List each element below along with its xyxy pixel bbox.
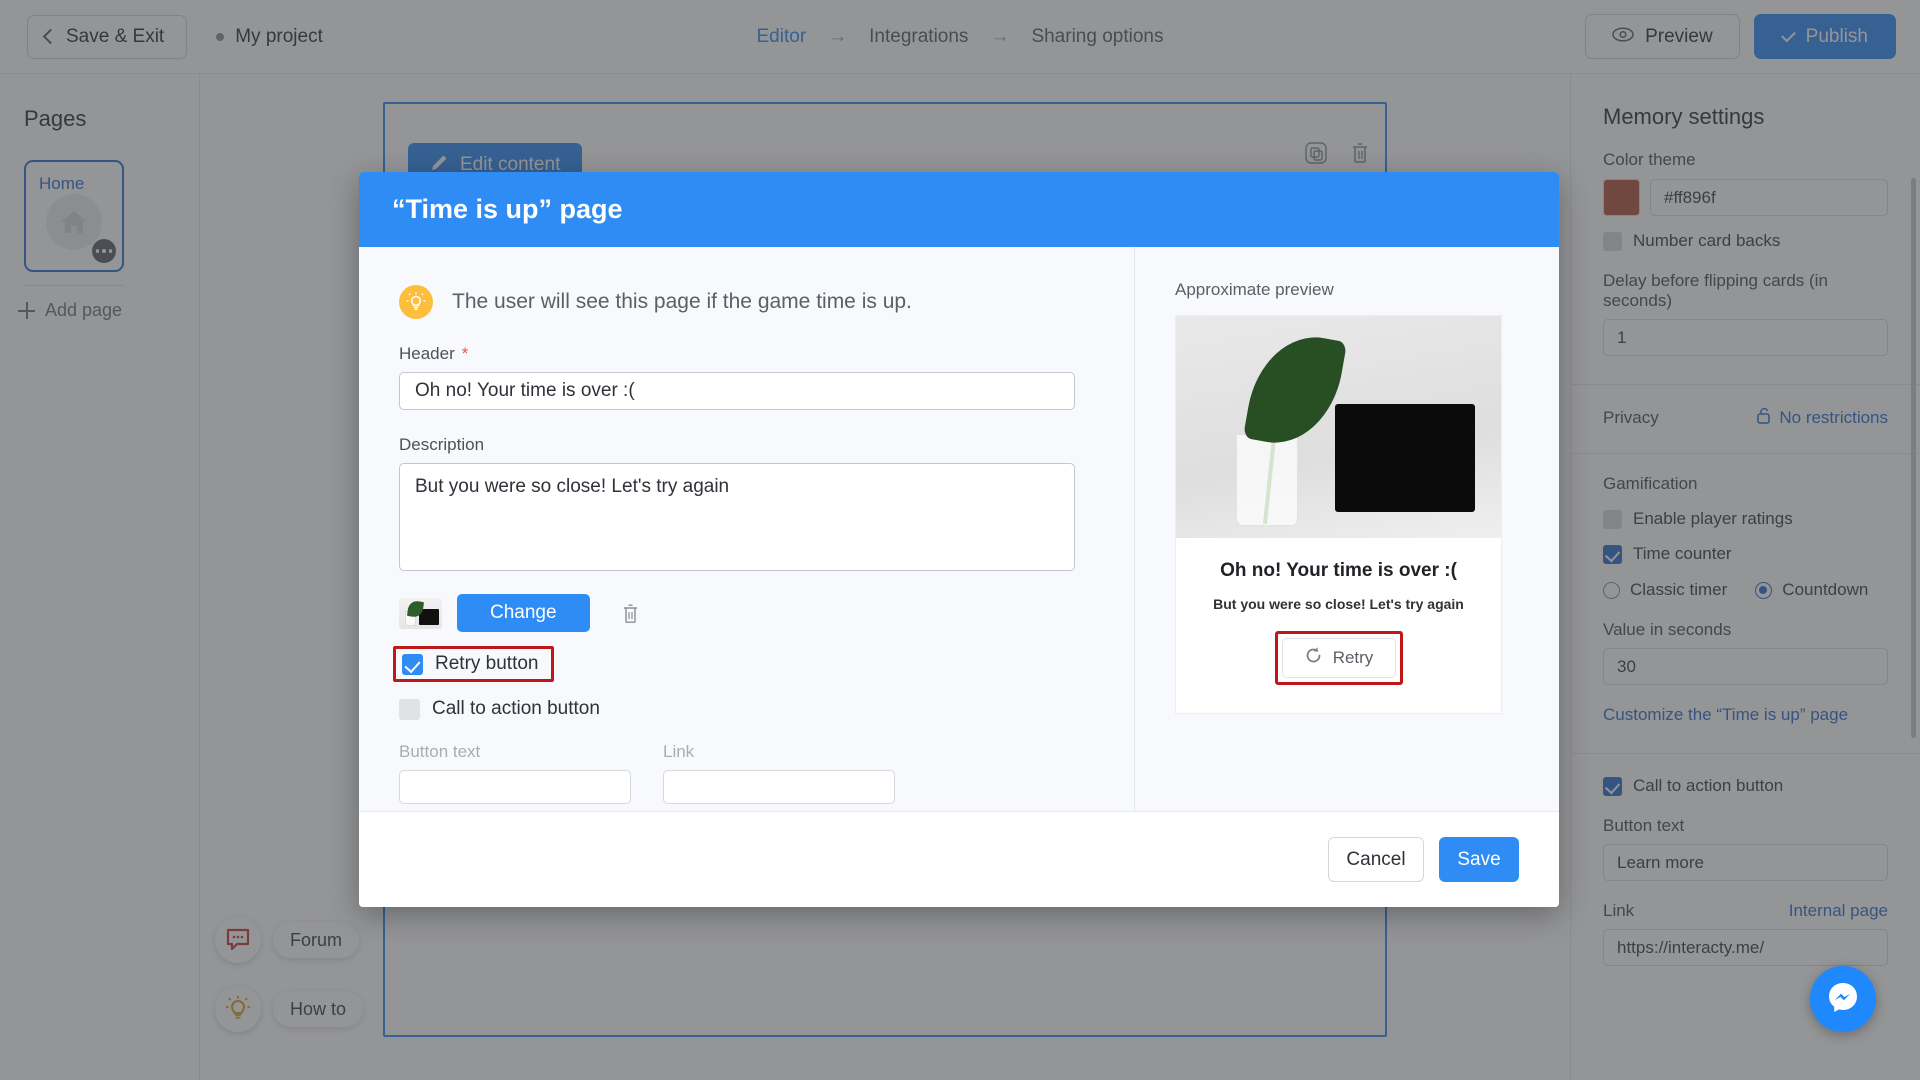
button-text-input[interactable] bbox=[399, 770, 631, 804]
hint-row: The user will see this page if the game … bbox=[399, 285, 1094, 319]
preview-retry-label: Retry bbox=[1332, 648, 1374, 667]
lightbulb-icon bbox=[399, 285, 433, 319]
retry-button-highlight: Retry button bbox=[393, 646, 554, 682]
delete-image-icon[interactable] bbox=[617, 599, 645, 627]
cta-fields-row: Button text Link bbox=[399, 742, 1094, 804]
save-button[interactable]: Save bbox=[1439, 837, 1519, 882]
messenger-chat-button[interactable] bbox=[1810, 966, 1876, 1032]
time-is-up-modal: “Time is up” page The user will see this… bbox=[359, 172, 1559, 907]
messenger-icon bbox=[1825, 979, 1861, 1020]
description-textarea[interactable]: But you were so close! Let's try again bbox=[399, 463, 1075, 571]
hint-text: The user will see this page if the game … bbox=[452, 290, 912, 313]
cta-checkbox-row[interactable]: Call to action button bbox=[399, 698, 1094, 720]
button-text-label: Button text bbox=[399, 742, 481, 761]
preview-header-text: Oh no! Your time is over :( bbox=[1220, 560, 1457, 581]
refresh-icon bbox=[1304, 646, 1323, 670]
modal-title: “Time is up” page bbox=[392, 194, 623, 224]
retry-button-label: Retry button bbox=[435, 653, 539, 674]
retry-button-checkbox[interactable] bbox=[402, 653, 423, 675]
preview-description-text: But you were so close! Let's try again bbox=[1213, 596, 1464, 612]
header-label-text: Header bbox=[399, 344, 455, 363]
image-thumbnail[interactable] bbox=[399, 597, 442, 629]
approximate-preview-label: Approximate preview bbox=[1175, 280, 1334, 299]
image-row: Change bbox=[399, 594, 1094, 632]
modal-footer: Cancel Save bbox=[359, 811, 1559, 907]
preview-image bbox=[1176, 316, 1501, 538]
cta-checkbox-label: Call to action button bbox=[432, 698, 600, 719]
button-text-field: Button text bbox=[399, 742, 631, 804]
preview-retry-button[interactable]: Retry bbox=[1281, 638, 1396, 678]
modal-form-panel: The user will see this page if the game … bbox=[359, 247, 1134, 811]
modal-body: The user will see this page if the game … bbox=[359, 247, 1559, 811]
link-field: Link bbox=[663, 742, 895, 804]
cta-checkbox[interactable] bbox=[399, 698, 420, 720]
link-input[interactable] bbox=[663, 770, 895, 804]
modal-preview-panel: Approximate preview Oh no! Your time is … bbox=[1134, 247, 1559, 811]
description-field-label: Description bbox=[399, 435, 485, 454]
header-field-label: Header * bbox=[399, 344, 1094, 364]
preview-card: Oh no! Your time is over :( But you were… bbox=[1175, 315, 1502, 714]
preview-retry-wrap: Retry bbox=[1176, 631, 1501, 685]
link-label: Link bbox=[663, 742, 695, 761]
preview-retry-highlight: Retry bbox=[1274, 631, 1403, 685]
change-image-button[interactable]: Change bbox=[457, 594, 590, 632]
header-input[interactable]: Oh no! Your time is over :( bbox=[399, 372, 1075, 410]
required-asterisk: * bbox=[461, 344, 469, 363]
cancel-button[interactable]: Cancel bbox=[1328, 837, 1424, 882]
modal-header: “Time is up” page bbox=[359, 172, 1559, 247]
